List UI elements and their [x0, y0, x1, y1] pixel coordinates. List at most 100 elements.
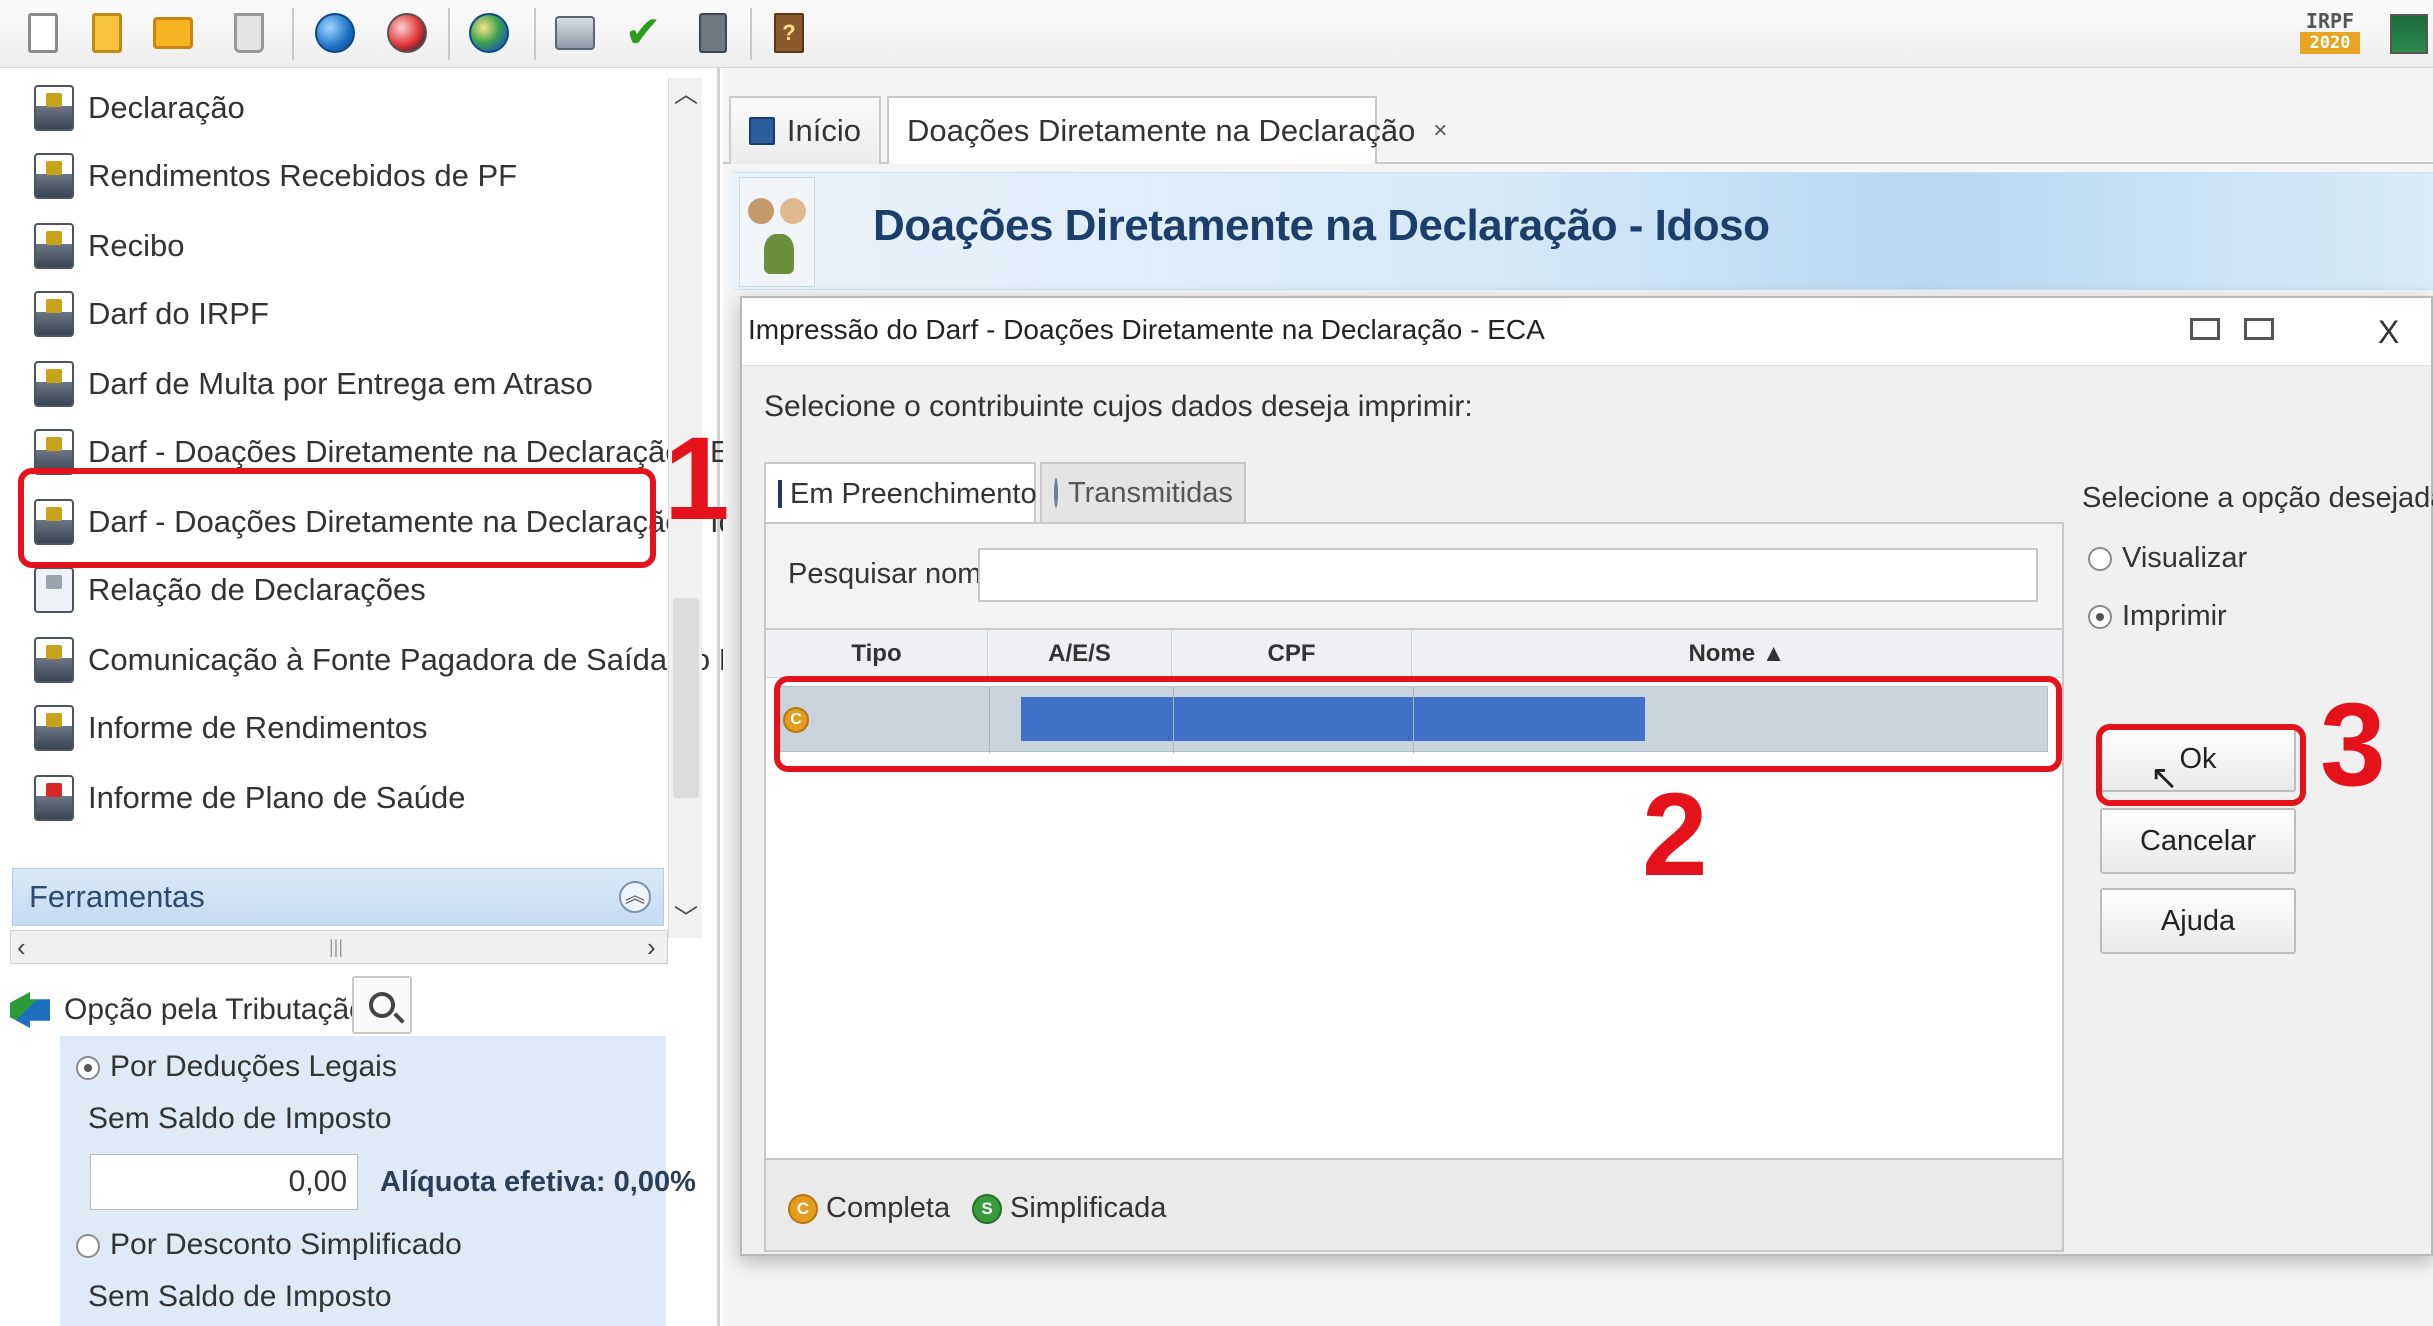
dialog-close-button[interactable]: X [2378, 314, 2399, 351]
sidebar-item-label: Informe de Rendimentos [88, 710, 428, 745]
radio-unselected-icon [76, 1234, 100, 1259]
scroll-down-icon[interactable]: ﹀ [669, 902, 703, 936]
dialog-title: Impressão do Darf - Doações Diretamente … [748, 314, 1545, 345]
printer-doc-icon [34, 223, 74, 269]
tax-option-row: Opção pela Tributação: [10, 980, 374, 1040]
tax-option-label: Opção pela Tributação: [64, 993, 375, 1026]
aliquota-text: Alíquota efetiva: 0,00% [380, 1166, 696, 1198]
tabs-bar: Início Doações Diretamente na Declaração… [723, 82, 2433, 164]
tax-option-panel: Por Deduções Legais Sem Saldo de Imposto… [60, 1036, 696, 1326]
printer-doc-icon [34, 291, 74, 337]
printer-doc-icon [34, 85, 74, 131]
search-name-input[interactable] [978, 548, 2038, 602]
tools-section-header[interactable]: Ferramentas ︽ [12, 868, 664, 926]
flag-icon [2390, 14, 2428, 54]
dialog-minimize-button[interactable] [2190, 314, 2220, 348]
window-maximize-icon [2244, 318, 2274, 340]
simplified-discount-label: Por Desconto Simplificado [110, 1228, 462, 1261]
radio-selected-icon [2088, 605, 2112, 630]
sidebar-item-label: Rendimentos Recebidos de PF [88, 158, 518, 193]
form-icon [778, 480, 782, 508]
toolbar-separator [750, 8, 752, 60]
option-label: Imprimir [2122, 600, 2227, 632]
option-visualizar[interactable]: Visualizar [2088, 542, 2247, 575]
tab-em-preenchimento[interactable]: Em Preenchimento [764, 462, 1037, 524]
cancel-button-label: Cancelar [2139, 825, 2257, 857]
sidebar-item-darf-multa[interactable]: Darf de Multa por Entrega em Atraso [34, 352, 593, 416]
annotation-box-step2 [774, 676, 2062, 772]
help-book-icon[interactable]: ? [766, 10, 812, 56]
column-header-cpf[interactable]: CPF [1172, 630, 1412, 678]
help-button[interactable]: Ajuda [2100, 888, 2296, 954]
printer-doc-icon [34, 361, 74, 407]
legal-deductions-radio[interactable]: Por Deduções Legais [76, 1050, 397, 1084]
option-imprimir[interactable]: Imprimir [2088, 600, 2227, 633]
tab-transmitidas[interactable]: Transmitidas [1040, 462, 1246, 522]
sidebar-item-label: Darf de Multa por Entrega em Atraso [88, 366, 593, 401]
column-header-aes[interactable]: A/E/S [988, 630, 1172, 678]
tab-close-icon[interactable]: × [1433, 100, 1447, 162]
scrollbar-thumb[interactable] [673, 598, 699, 798]
sidebar-horizontal-scrollbar[interactable]: ‹ ||| › [10, 930, 668, 964]
tax-option-search-button[interactable] [352, 976, 412, 1034]
sidebar-item-informe-rendimentos[interactable]: Informe de Rendimentos [34, 696, 427, 760]
receipt-globe-icon[interactable] [384, 10, 430, 56]
dialog-prompt: Selecione o contribuinte cujos dados des… [764, 390, 1473, 423]
sidebar-item-informe-plano-saude[interactable]: Informe de Plano de Saúde [34, 766, 465, 830]
open-document-icon[interactable] [84, 10, 130, 56]
legend-simplificada: S Simplificada [972, 1192, 1166, 1225]
earth-globe-icon[interactable] [466, 10, 512, 56]
calculator-icon[interactable] [690, 10, 736, 56]
radio-selected-icon [76, 1056, 100, 1081]
tab-doacoes[interactable]: Doações Diretamente na Declaração × [887, 96, 1447, 164]
help-button-label: Ajuda [2160, 905, 2236, 937]
scroll-up-icon[interactable]: ︿ [669, 78, 703, 112]
cancel-button[interactable]: Cancelar [2100, 808, 2296, 874]
sidebar-item-recibo[interactable]: Recibo [34, 214, 185, 278]
search-name-label: Pesquisar nome: [788, 558, 1006, 590]
tools-header-label: Ferramentas [29, 879, 205, 914]
tax-value-field: 0,00 [90, 1154, 358, 1210]
new-document-icon[interactable] [20, 10, 66, 56]
sidebar-item-rendimentos-pf[interactable]: Rendimentos Recebidos de PF [34, 144, 517, 208]
trash-icon[interactable] [226, 10, 272, 56]
column-header-nome[interactable]: Nome ▲ [1412, 630, 2062, 678]
options-label: Selecione a opção desejada: [2082, 482, 2433, 514]
table-header: Tipo A/E/S CPF Nome ▲ [766, 630, 2062, 678]
printer-icon[interactable] [552, 10, 598, 56]
scroll-right-icon[interactable]: › [647, 931, 656, 963]
check-icon[interactable]: ✔ [620, 10, 666, 56]
transmitted-icon [1054, 478, 1058, 508]
annotation-number-step2: 2 [1642, 769, 1708, 901]
option-label: Visualizar [2122, 542, 2248, 574]
transmit-globe-icon[interactable] [312, 10, 358, 56]
table-legend: C Completa S Simplificada [766, 1158, 2062, 1250]
irpf-logo: IRPF 2020 [2300, 10, 2360, 58]
dialog-titlebar: Impressão do Darf - Doações Diretamente … [742, 298, 2431, 366]
tab-label: Início [786, 113, 861, 148]
column-header-tipo[interactable]: Tipo [766, 630, 988, 678]
folder-icon[interactable] [150, 10, 196, 56]
tab-label: Doações Diretamente na Declaração [907, 113, 1416, 148]
toolbar: ✔ ? IRPF 2020 [0, 0, 2433, 68]
sidebar-item-darf-irpf[interactable]: Darf do IRPF [34, 282, 269, 346]
tab-inicio[interactable]: Início [729, 96, 881, 164]
list-doc-icon [34, 567, 74, 613]
scrollbar-grip[interactable]: ||| [329, 931, 343, 963]
search-icon [369, 992, 395, 1018]
home-icon [749, 117, 775, 145]
tab-label: Transmitidas [1068, 476, 1233, 509]
collapse-icon[interactable]: ︽ [619, 881, 651, 913]
sidebar-item-declaracao[interactable]: Declaração [34, 76, 245, 140]
annotation-box-step3 [2096, 724, 2306, 806]
legal-deductions-label: Por Deduções Legais [110, 1050, 397, 1083]
page-title: Doações Diretamente na Declaração - Idos… [873, 201, 1770, 250]
dialog-maximize-button[interactable] [2244, 314, 2274, 348]
scroll-left-icon[interactable]: ‹ [17, 931, 26, 963]
simplified-discount-radio[interactable]: Por Desconto Simplificado [76, 1228, 462, 1262]
page-header-banner: Doações Diretamente na Declaração - Idos… [733, 172, 2433, 290]
person-body [764, 234, 794, 274]
sidebar-item-label: Recibo [88, 228, 185, 263]
sidebar-item-label: Relação de Declarações [88, 572, 426, 607]
person-head [780, 198, 806, 224]
